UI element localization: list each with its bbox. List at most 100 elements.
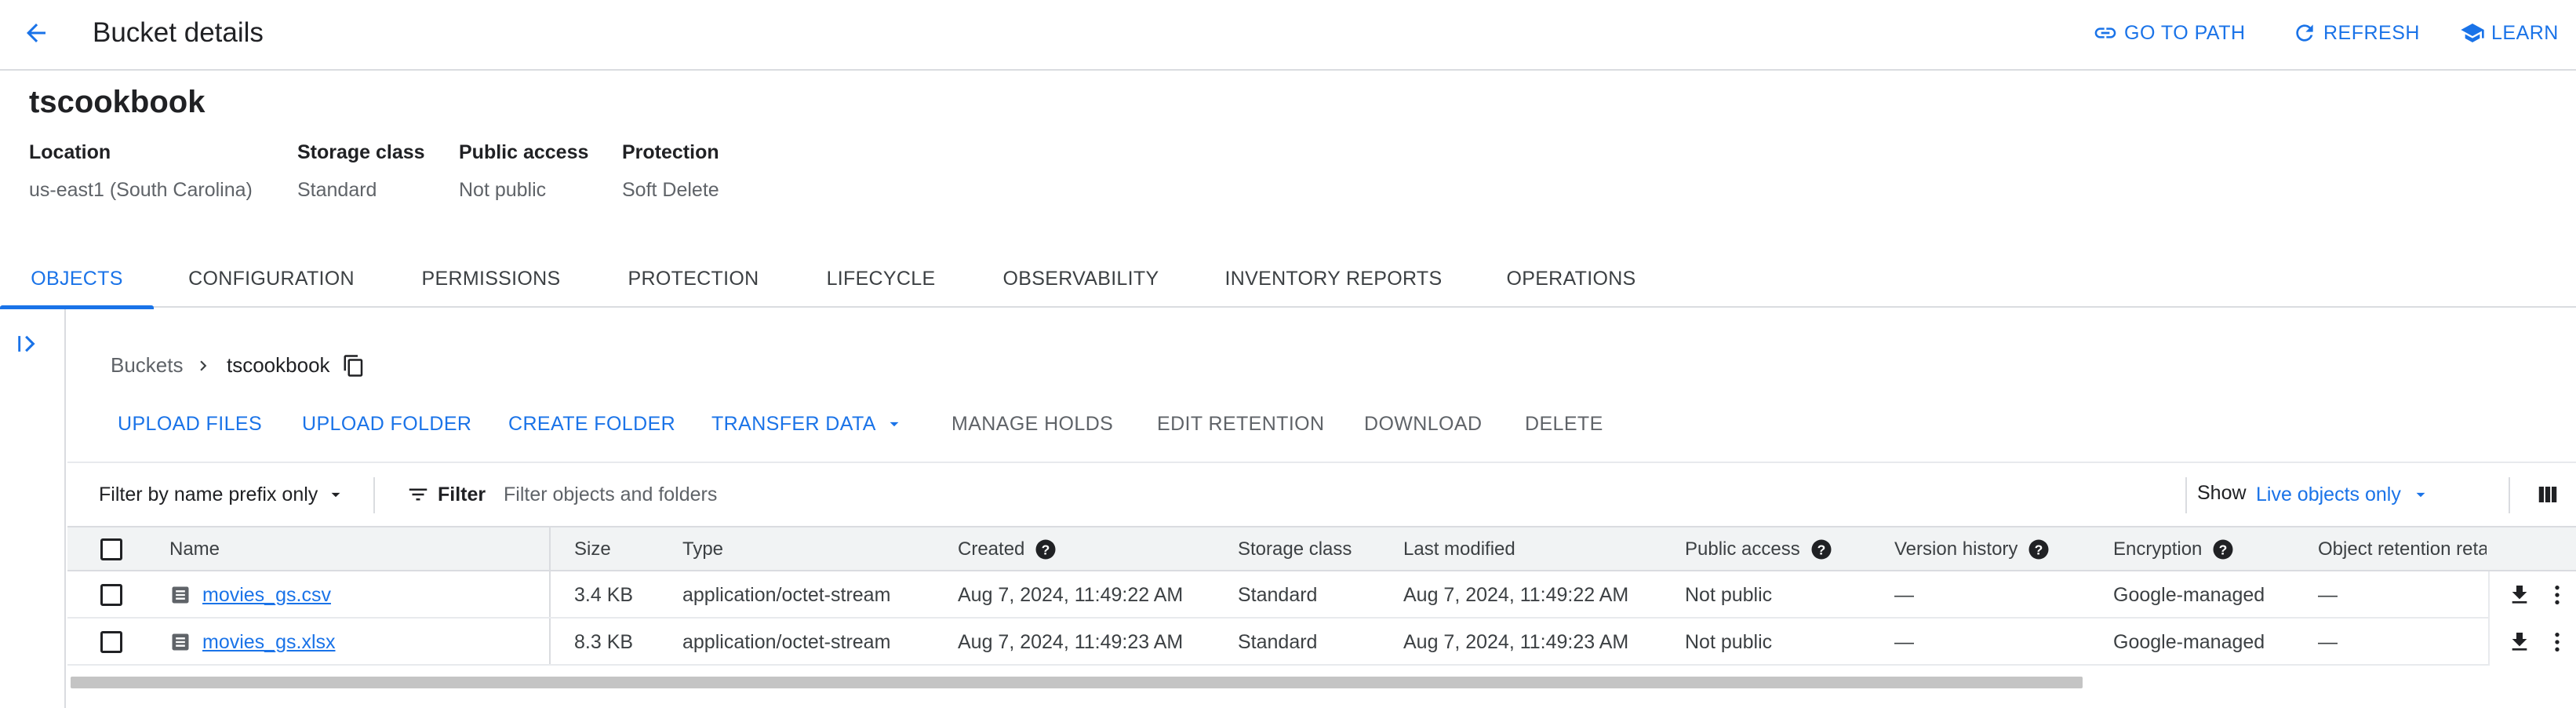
tab-permissions[interactable]: PERMISSIONS	[408, 250, 574, 308]
column-header-storage-class[interactable]: Storage class	[1238, 527, 1352, 571]
column-header-created[interactable]: Created ?	[958, 527, 1057, 571]
filter-input[interactable]	[504, 476, 2229, 513]
upload-folder-button[interactable]: UPLOAD FOLDER	[302, 407, 471, 441]
version-history-cell: —	[1894, 630, 1914, 653]
left-rail	[0, 309, 66, 708]
download-row-button[interactable]	[2504, 625, 2535, 659]
column-header-name[interactable]: Name	[169, 527, 220, 571]
prefix-filter-select[interactable]: Filter by name prefix only	[99, 479, 346, 510]
help-icon[interactable]: ?	[2211, 538, 2235, 561]
svg-text:?: ?	[1817, 542, 1825, 557]
top-bar: Bucket details GO TO PATH REFRESH LEARN	[0, 0, 2576, 71]
column-header-type[interactable]: Type	[682, 527, 723, 571]
copy-icon	[342, 353, 366, 378]
file-name-link[interactable]: movies_gs.csv	[202, 584, 331, 607]
column-header-last-modified[interactable]: Last modified	[1403, 527, 1515, 571]
download-icon	[2507, 630, 2532, 655]
show-objects-select[interactable]: Live objects only	[2256, 479, 2431, 510]
column-header-version-history[interactable]: Version history ?	[1894, 527, 2050, 571]
horizontal-scrollbar[interactable]	[71, 677, 2083, 688]
go-to-path-label: GO TO PATH	[2124, 21, 2246, 44]
column-header-encryption[interactable]: Encryption ?	[2113, 527, 2235, 571]
refresh-label: REFRESH	[2323, 21, 2420, 44]
edit-retention-button[interactable]: EDIT RETENTION	[1157, 407, 1325, 441]
refresh-icon	[2292, 20, 2317, 46]
tab-operations-label: OPERATIONS	[1506, 267, 1636, 290]
expand-panel-icon	[15, 330, 42, 357]
filter-list-icon	[406, 483, 430, 506]
objects-table: Name Size Type Created ? Storage class L…	[67, 527, 2576, 669]
back-button[interactable]	[16, 16, 56, 50]
manage-holds-button[interactable]: MANAGE HOLDS	[951, 407, 1113, 441]
name-cell: movies_gs.xlsx	[169, 619, 336, 666]
filter-bar: Filter by name prefix only Filter Show L…	[67, 462, 2576, 527]
download-row-button[interactable]	[2504, 578, 2535, 612]
tab-objects[interactable]: OBJECTS	[0, 250, 154, 309]
help-icon[interactable]: ?	[2027, 538, 2050, 561]
copy-bucket-name-button[interactable]	[342, 353, 366, 378]
link-icon	[2093, 20, 2118, 46]
select-all-checkbox[interactable]	[100, 538, 122, 560]
column-header-public-access[interactable]: Public access ?	[1685, 527, 1833, 571]
file-name-link[interactable]: movies_gs.xlsx	[202, 631, 336, 654]
tab-inventory-reports[interactable]: INVENTORY REPORTS	[1216, 250, 1451, 308]
encryption-cell: Google-managed	[2113, 583, 2265, 606]
column-header-size[interactable]: Size	[574, 527, 611, 571]
dropdown-arrow-icon	[884, 414, 904, 434]
transfer-data-button[interactable]: TRANSFER DATA	[711, 407, 904, 441]
page-title: Bucket details	[93, 17, 264, 48]
transfer-data-label: TRANSFER DATA	[711, 412, 876, 435]
last-modified-cell: Aug 7, 2024, 11:49:23 AM	[1403, 630, 1629, 653]
learn-button[interactable]: LEARN	[2460, 19, 2559, 47]
size-cell: 3.4 KB	[574, 583, 634, 606]
dropdown-arrow-icon	[2410, 484, 2431, 505]
expand-panel-button[interactable]	[9, 327, 47, 361]
show-objects-value: Live objects only	[2256, 483, 2401, 505]
dropdown-arrow-icon	[326, 484, 346, 505]
row-checkbox[interactable]	[100, 631, 122, 653]
tab-operations[interactable]: OPERATIONS	[1497, 250, 1646, 308]
storage-class-cell: Standard	[1238, 630, 1318, 653]
row-checkbox[interactable]	[100, 584, 122, 606]
file-icon	[169, 583, 191, 607]
row-menu-button[interactable]	[2541, 578, 2573, 612]
type-cell: application/octet-stream	[682, 630, 891, 653]
show-label: Show	[2197, 482, 2247, 504]
tab-permissions-label: PERMISSIONS	[421, 267, 561, 290]
tab-bar: OBJECTS CONFIGURATION PERMISSIONS PROTEC…	[0, 250, 2576, 309]
delete-button[interactable]: DELETE	[1525, 407, 1603, 441]
download-icon	[2507, 582, 2532, 608]
row-actions-column	[2488, 571, 2576, 666]
tab-observability[interactable]: OBSERVABILITY	[990, 250, 1172, 308]
version-history-cell: —	[1894, 583, 1914, 606]
column-display-button[interactable]	[2532, 479, 2563, 510]
location-value: us-east1 (South Carolina)	[29, 179, 253, 201]
column-header-public-access-label: Public access	[1685, 538, 1800, 560]
created-cell: Aug 7, 2024, 11:49:23 AM	[958, 630, 1184, 653]
help-icon[interactable]: ?	[1810, 538, 1833, 561]
type-cell: application/octet-stream	[682, 583, 891, 606]
create-folder-button[interactable]: CREATE FOLDER	[508, 407, 675, 441]
column-header-object-retention[interactable]: Object retention retain	[2318, 527, 2487, 571]
location-label: Location	[29, 141, 111, 163]
public-access-cell: Not public	[1685, 630, 1773, 653]
table-row: movies_gs.csv 3.4 KB application/octet-s…	[67, 571, 2576, 619]
name-cell: movies_gs.csv	[169, 571, 331, 619]
tab-configuration-label: CONFIGURATION	[188, 267, 355, 290]
tab-protection[interactable]: PROTECTION	[613, 250, 773, 308]
refresh-button[interactable]: REFRESH	[2292, 19, 2420, 47]
size-cell: 8.3 KB	[574, 630, 634, 653]
tab-lifecycle[interactable]: LIFECYCLE	[813, 250, 949, 308]
go-to-path-button[interactable]: GO TO PATH	[2093, 19, 2246, 47]
help-icon[interactable]: ?	[1034, 538, 1057, 561]
last-modified-cell: Aug 7, 2024, 11:49:22 AM	[1403, 583, 1629, 606]
divider	[2185, 477, 2187, 513]
breadcrumb-buckets[interactable]: Buckets	[111, 353, 184, 378]
download-button[interactable]: DOWNLOAD	[1364, 407, 1482, 441]
table-row: movies_gs.xlsx 8.3 KB application/octet-…	[67, 619, 2576, 666]
filter-button[interactable]: Filter	[406, 479, 486, 510]
storage-class-cell: Standard	[1238, 583, 1318, 606]
upload-files-button[interactable]: UPLOAD FILES	[118, 407, 262, 441]
row-menu-button[interactable]	[2541, 625, 2573, 659]
tab-configuration[interactable]: CONFIGURATION	[168, 250, 375, 308]
